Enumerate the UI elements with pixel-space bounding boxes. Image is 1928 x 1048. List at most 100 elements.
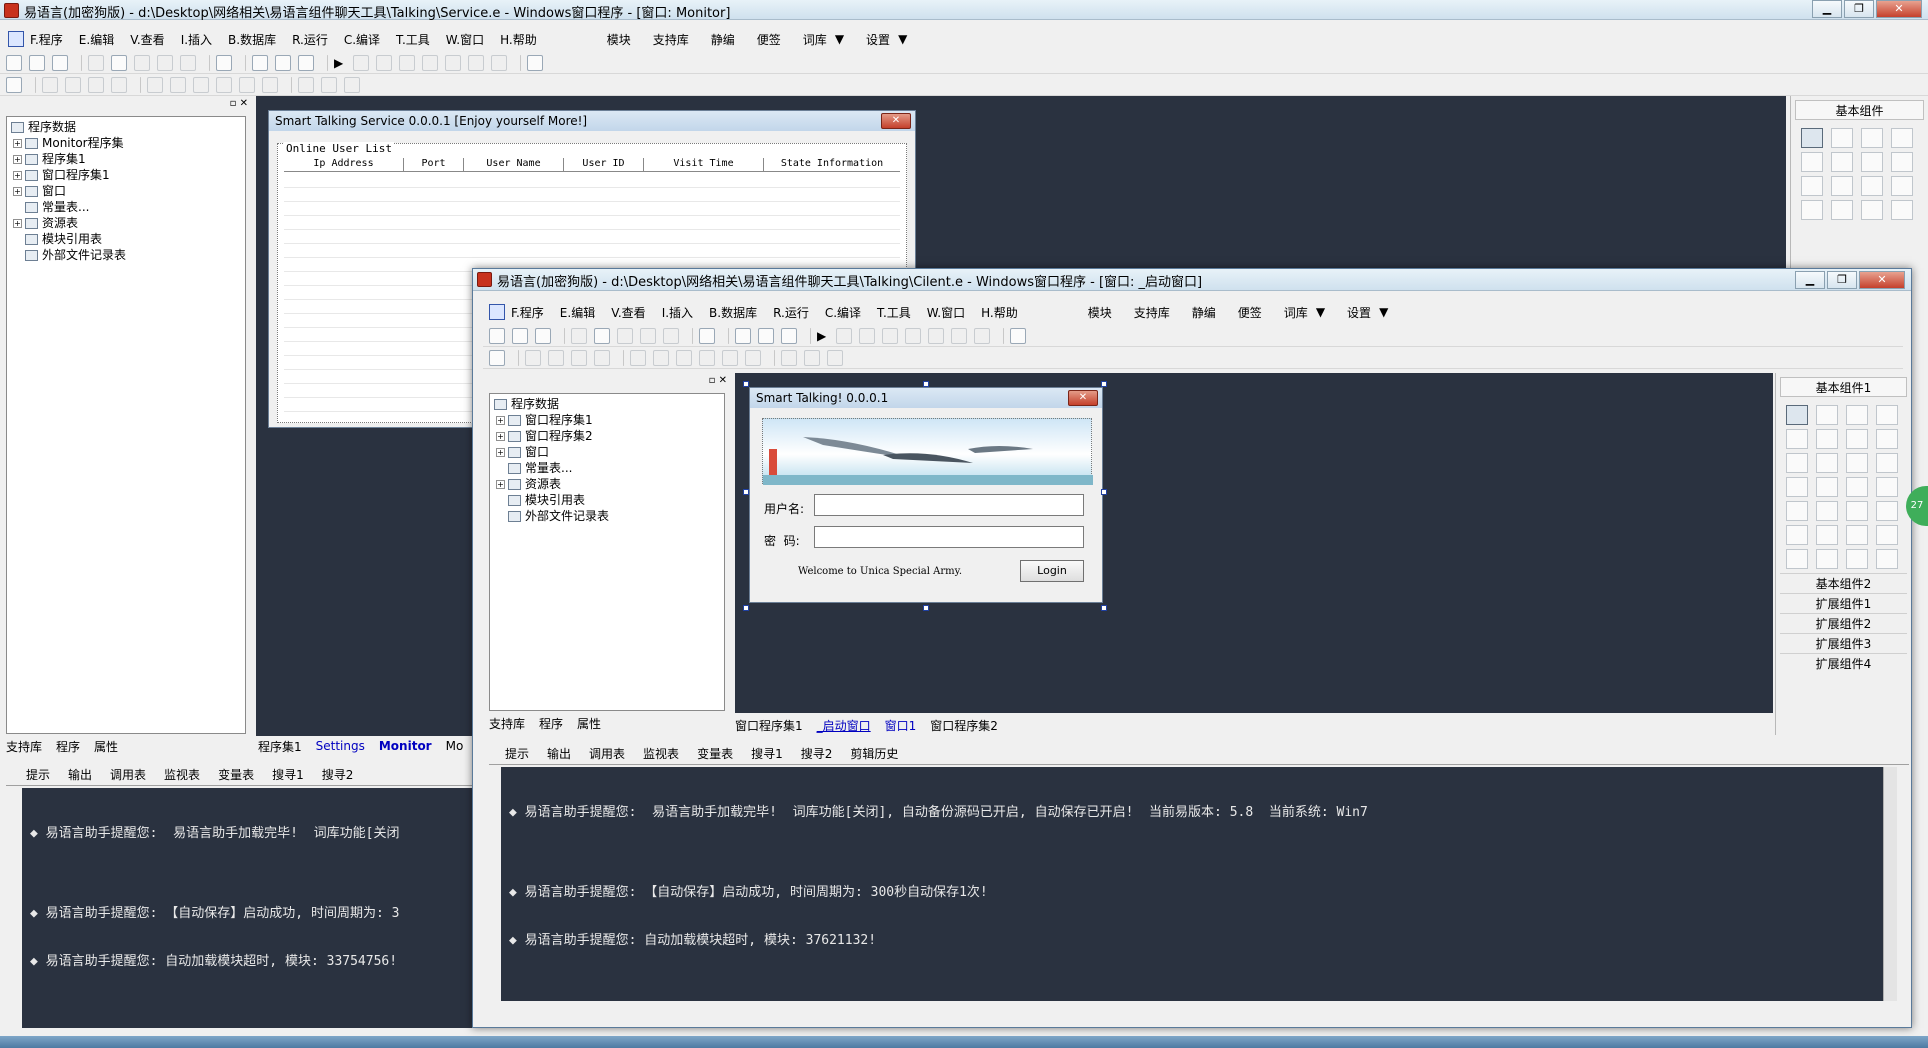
dropdown-arrow-icon[interactable]: ▼: [898, 32, 907, 46]
vscroll-icon[interactable]: [1861, 200, 1883, 220]
align-bottom-icon[interactable]: [594, 349, 610, 366]
editor-tab[interactable]: 程序集1: [258, 738, 302, 755]
space-v-icon[interactable]: [216, 76, 232, 93]
tab-control-icon[interactable]: [1786, 501, 1808, 521]
tab-output[interactable]: 输出: [68, 766, 92, 783]
step-into-icon[interactable]: [399, 54, 416, 71]
resize-handle[interactable]: [743, 605, 749, 611]
category-basic2[interactable]: 基本组件2: [1780, 573, 1907, 593]
column-header[interactable]: Ip Address: [284, 158, 404, 171]
run-icon[interactable]: ▶: [817, 329, 826, 343]
tab-search1[interactable]: 搜寻1: [751, 745, 783, 762]
table-icon[interactable]: [1786, 525, 1808, 545]
align-top-icon[interactable]: [88, 76, 104, 93]
password-input[interactable]: [814, 526, 1084, 548]
center-v-icon[interactable]: [653, 349, 669, 366]
radio-icon[interactable]: [1816, 453, 1838, 473]
listbox-icon[interactable]: [1801, 200, 1823, 220]
helper-icon[interactable]: [527, 54, 544, 71]
grid-icon[interactable]: [489, 349, 505, 366]
step-icon[interactable]: [859, 327, 876, 344]
menu-tools[interactable]: T.工具: [877, 304, 911, 321]
editor-tab-active[interactable]: _启动窗口: [817, 717, 871, 734]
menu-program[interactable]: F.程序: [511, 304, 544, 321]
list-icon[interactable]: [1876, 453, 1898, 473]
expand-icon[interactable]: +: [496, 479, 505, 489]
tab-watch[interactable]: 监视表: [164, 766, 200, 783]
space-h-icon[interactable]: [193, 76, 209, 93]
outer-menu-icon[interactable]: [8, 31, 24, 47]
editor-tab[interactable]: 窗口程序集1: [735, 717, 803, 734]
menu-view[interactable]: V.查看: [130, 31, 164, 48]
run-icon[interactable]: ▶: [334, 56, 343, 70]
tree-item[interactable]: + Monitor程序集: [11, 135, 241, 151]
center-v-icon[interactable]: [170, 76, 186, 93]
inner-window[interactable]: 易语言(加密狗版) - d:\Desktop\网络相关\易语言组件聊天工具\Ta…: [472, 268, 1912, 1028]
menu-static-compile[interactable]: 静编: [711, 31, 735, 48]
undo-icon[interactable]: [180, 54, 196, 71]
stop-icon[interactable]: [836, 327, 853, 344]
slider-icon[interactable]: [1816, 501, 1838, 521]
step-icon[interactable]: [376, 54, 393, 71]
image-icon[interactable]: [1846, 405, 1868, 425]
menu-program[interactable]: F.程序: [30, 31, 63, 48]
tree-item[interactable]: 常量表...: [11, 199, 241, 215]
menu-window[interactable]: W.窗口: [927, 304, 965, 321]
line-icon[interactable]: [1891, 152, 1913, 172]
copy-icon[interactable]: [594, 327, 610, 344]
tab-properties[interactable]: 属性: [94, 738, 118, 755]
align-left-icon[interactable]: [42, 76, 58, 93]
tree-root[interactable]: 程序数据: [11, 119, 241, 135]
checkbox-icon[interactable]: [1801, 176, 1823, 196]
category-ext1[interactable]: 扩展组件1: [1780, 593, 1907, 613]
menu-database[interactable]: B.数据库: [228, 31, 276, 48]
network-icon[interactable]: [1816, 549, 1838, 569]
menu-insert[interactable]: I.插入: [662, 304, 693, 321]
column-header[interactable]: User Name: [464, 158, 564, 171]
tree-root[interactable]: 程序数据: [494, 396, 720, 412]
button-icon[interactable]: [1816, 525, 1838, 545]
layout-3-icon[interactable]: [781, 327, 797, 344]
size-h-icon[interactable]: [804, 349, 820, 366]
menu-help[interactable]: H.帮助: [500, 31, 537, 48]
expand-icon[interactable]: +: [13, 170, 22, 180]
same-height-icon[interactable]: [262, 76, 278, 93]
dropdown-arrow-icon[interactable]: ▼: [1316, 305, 1325, 319]
copy-icon[interactable]: [111, 54, 127, 71]
layout-1-icon[interactable]: [252, 54, 268, 71]
vscroll-icon[interactable]: [1846, 477, 1868, 497]
resize-handle[interactable]: [923, 605, 929, 611]
redo-icon[interactable]: [157, 54, 173, 71]
line-icon[interactable]: [1876, 429, 1898, 449]
new-icon[interactable]: [6, 54, 22, 71]
tab-variables[interactable]: 变量表: [218, 766, 254, 783]
tab-support-lib[interactable]: 支持库: [6, 738, 42, 755]
size-both-icon[interactable]: [827, 349, 843, 366]
tab-support-lib[interactable]: 支持库: [489, 715, 525, 732]
listbox-icon[interactable]: [1786, 477, 1808, 497]
step-out-icon[interactable]: [928, 327, 945, 344]
close-button[interactable]: ✕: [1859, 271, 1905, 289]
column-header[interactable]: Port: [404, 158, 464, 171]
tab-properties[interactable]: 属性: [577, 715, 601, 732]
step-out-icon[interactable]: [445, 54, 462, 71]
menu-edit[interactable]: E.编辑: [560, 304, 595, 321]
minimize-button[interactable]: ▁: [1795, 271, 1825, 289]
layout-2-icon[interactable]: [758, 327, 774, 344]
tab-clip-history[interactable]: 剪辑历史: [850, 745, 898, 762]
document-icon[interactable]: [1876, 525, 1898, 545]
open-icon[interactable]: [29, 54, 45, 71]
menu-dictionary[interactable]: 词库: [803, 31, 827, 48]
calculator-icon[interactable]: [1876, 549, 1898, 569]
menu-view[interactable]: V.查看: [611, 304, 645, 321]
space-v-icon[interactable]: [699, 349, 715, 366]
resize-handle[interactable]: [743, 381, 749, 387]
column-header[interactable]: State Information: [764, 158, 900, 171]
expand-icon[interactable]: +: [496, 447, 505, 457]
save-icon[interactable]: [535, 327, 551, 344]
editor-tab[interactable]: Monitor: [379, 739, 432, 753]
pointer-icon[interactable]: [1786, 405, 1808, 425]
category-ext2[interactable]: 扩展组件2: [1780, 613, 1907, 633]
edit-icon[interactable]: [1786, 429, 1808, 449]
dropdown-arrow-icon[interactable]: ▼: [1379, 305, 1388, 319]
